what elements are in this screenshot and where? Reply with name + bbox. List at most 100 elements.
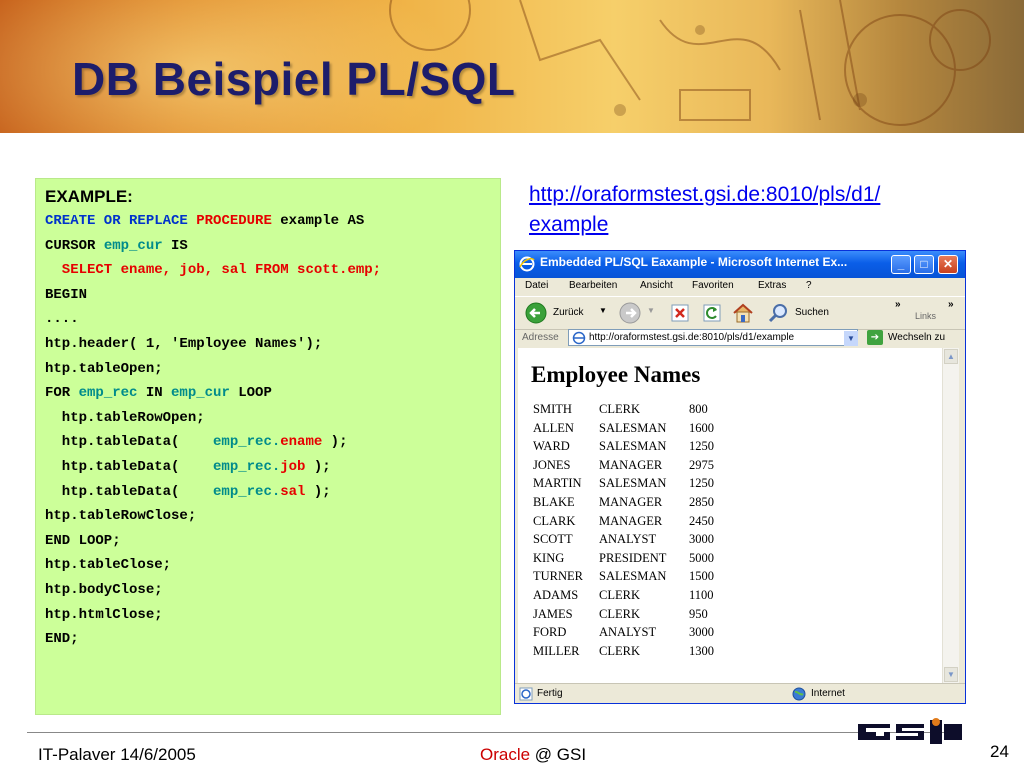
code-line-data-sal: htp.tableData( emp_rec.sal );: [45, 480, 500, 505]
employee-salary-cell: 1100: [689, 587, 714, 602]
search-button[interactable]: Suchen: [767, 302, 837, 324]
toolbar-overflow-icon[interactable]: »: [895, 299, 901, 310]
code-line-tableclose: htp.tableClose;: [45, 557, 172, 574]
page-done-icon: [519, 687, 533, 701]
code-identifier: emp_rec.: [213, 483, 281, 500]
page-heading: Employee Names: [531, 362, 701, 387]
employee-table: SMITH CLERK 800 ALLEN SALESMAN 1600 WARD SALESM…: [533, 400, 714, 660]
internet-zone-icon: [792, 687, 806, 701]
footer-center: Oracle @ GSI: [480, 745, 586, 765]
employee-job-cell: SALESMAN: [599, 569, 667, 584]
code-text: IN: [137, 385, 172, 402]
employee-name-cell: KING: [533, 550, 565, 565]
url-line-1[interactable]: http://oraformstest.gsi.de:8010/pls/d1/: [529, 180, 969, 210]
back-arrow-icon: [525, 302, 547, 324]
employee-job-cell: SALESMAN: [599, 476, 667, 491]
employee-job-cell: PRESIDENT: [599, 550, 667, 565]
menu-favoriten[interactable]: Favoriten: [692, 280, 734, 291]
code-line-data-ename: htp.tableData( emp_rec.ename );: [45, 430, 500, 455]
table-row: TURNER SALESMAN 1500: [533, 567, 714, 586]
minimize-button[interactable]: _: [891, 255, 911, 274]
employee-name-cell: WARD: [533, 439, 570, 454]
code-text: );: [305, 458, 331, 475]
refresh-button[interactable]: [701, 302, 723, 324]
back-dropdown-icon[interactable]: ▼: [599, 306, 607, 315]
status-text: Fertig: [537, 688, 563, 699]
forward-button[interactable]: ▼: [619, 302, 659, 324]
employee-job-cell: ANALYST: [599, 532, 657, 547]
page-icon: [572, 331, 586, 345]
employee-salary-cell: 950: [689, 606, 708, 621]
employee-job-cell: SALESMAN: [599, 439, 667, 454]
code-field: job: [280, 458, 306, 475]
employee-name-cell: JAMES: [533, 606, 573, 621]
stop-button[interactable]: [669, 302, 691, 324]
menu-bearbeiten[interactable]: Bearbeiten: [569, 280, 617, 291]
employee-job-cell: CLERK: [599, 402, 640, 416]
example-url-link[interactable]: http://oraformstest.gsi.de:8010/pls/d1/ …: [529, 180, 969, 240]
code-heading: EXAMPLE:: [45, 187, 133, 206]
code-line-ellipsis: ....: [45, 311, 79, 328]
code-line-select: SELECT ename, job, sal FROM scott.emp;: [45, 262, 382, 279]
code-identifier: emp_cur: [171, 385, 230, 402]
code-text: );: [322, 434, 348, 451]
table-row: CLARK MANAGER 2450: [533, 512, 714, 531]
table-row: FORD ANALYST 3000: [533, 623, 714, 642]
employee-name-cell: TURNER: [533, 569, 583, 584]
code-line-htmlclose: htp.htmlClose;: [45, 606, 163, 623]
browser-titlebar[interactable]: Embedded PL/SQL Eaxample - Microsoft Int…: [515, 251, 965, 278]
table-row: WARD SALESMAN 1250: [533, 437, 714, 456]
go-button[interactable]: Wechseln zu: [888, 332, 945, 343]
employee-salary-cell: 1250: [689, 476, 714, 491]
address-input[interactable]: http://oraformstest.gsi.de:8010/pls/d1/e…: [568, 329, 858, 346]
go-arrow-icon[interactable]: ➔: [867, 330, 883, 345]
employee-name-cell: ALLEN: [533, 420, 574, 435]
menu-datei[interactable]: Datei: [525, 280, 548, 291]
code-text: FOR: [45, 385, 79, 402]
forward-dropdown-icon[interactable]: ▼: [647, 306, 655, 315]
home-icon: [733, 303, 753, 323]
address-value: http://oraformstest.gsi.de:8010/pls/d1/e…: [589, 332, 795, 343]
table-row: MILLER CLERK 1300: [533, 642, 714, 661]
code-keyword: CREATE OR REPLACE: [45, 213, 188, 229]
browser-window: Embedded PL/SQL Eaxample - Microsoft Int…: [514, 250, 966, 704]
employee-salary-cell: 2975: [689, 457, 714, 472]
home-button[interactable]: [731, 302, 755, 324]
employee-salary-cell: 1600: [689, 420, 714, 435]
footer-oracle: Oracle: [480, 745, 531, 764]
employee-name-cell: SMITH: [533, 402, 572, 416]
table-row: JONES MANAGER 2975: [533, 456, 714, 475]
code-identifier: emp_rec.: [213, 458, 281, 475]
employee-name-cell: SCOTT: [533, 532, 573, 547]
stop-icon: [671, 304, 689, 322]
close-button[interactable]: ✕: [938, 255, 958, 274]
vertical-scrollbar[interactable]: ▲ ▼: [942, 348, 959, 683]
menu-help[interactable]: ?: [806, 280, 812, 291]
menu-extras[interactable]: Extras: [758, 280, 786, 291]
footer-event: IT-Palaver 14/6/2005: [38, 745, 196, 764]
scroll-up-icon[interactable]: ▲: [944, 349, 958, 364]
scroll-down-icon[interactable]: ▼: [944, 667, 958, 682]
table-row: KING PRESIDENT 5000: [533, 549, 714, 568]
links-label[interactable]: Links: [915, 311, 936, 321]
code-line-cursor: CURSOR emp_cur IS: [45, 234, 500, 259]
maximize-button[interactable]: □: [914, 255, 934, 274]
address-dropdown-icon[interactable]: ▼: [844, 331, 858, 346]
employee-salary-cell: 1300: [689, 643, 714, 658]
code-line-create: CREATE OR REPLACE PROCEDURE example AS: [45, 209, 500, 234]
employee-name-cell: JONES: [533, 457, 571, 472]
links-overflow-icon[interactable]: »: [948, 299, 954, 310]
employee-name-cell: CLARK: [533, 513, 576, 528]
maximize-icon: □: [920, 257, 928, 271]
employee-job-cell: ANALYST: [599, 625, 657, 640]
code-text: );: [305, 483, 331, 500]
menu-ansicht[interactable]: Ansicht: [640, 280, 673, 291]
code-line-bodyclose: htp.bodyClose;: [45, 581, 163, 598]
slide-title: DB Beispiel PL/SQL: [72, 53, 516, 105]
page-number: 24: [990, 742, 1009, 761]
url-line-2[interactable]: example: [529, 210, 969, 240]
employee-table-body: SMITH CLERK 800 ALLEN SALESMAN 1600 WARD SALESM…: [533, 400, 714, 660]
back-button[interactable]: Zurück ▼: [525, 302, 607, 324]
code-identifier: emp_cur: [103, 237, 163, 254]
employee-salary-cell: 800: [689, 402, 708, 416]
